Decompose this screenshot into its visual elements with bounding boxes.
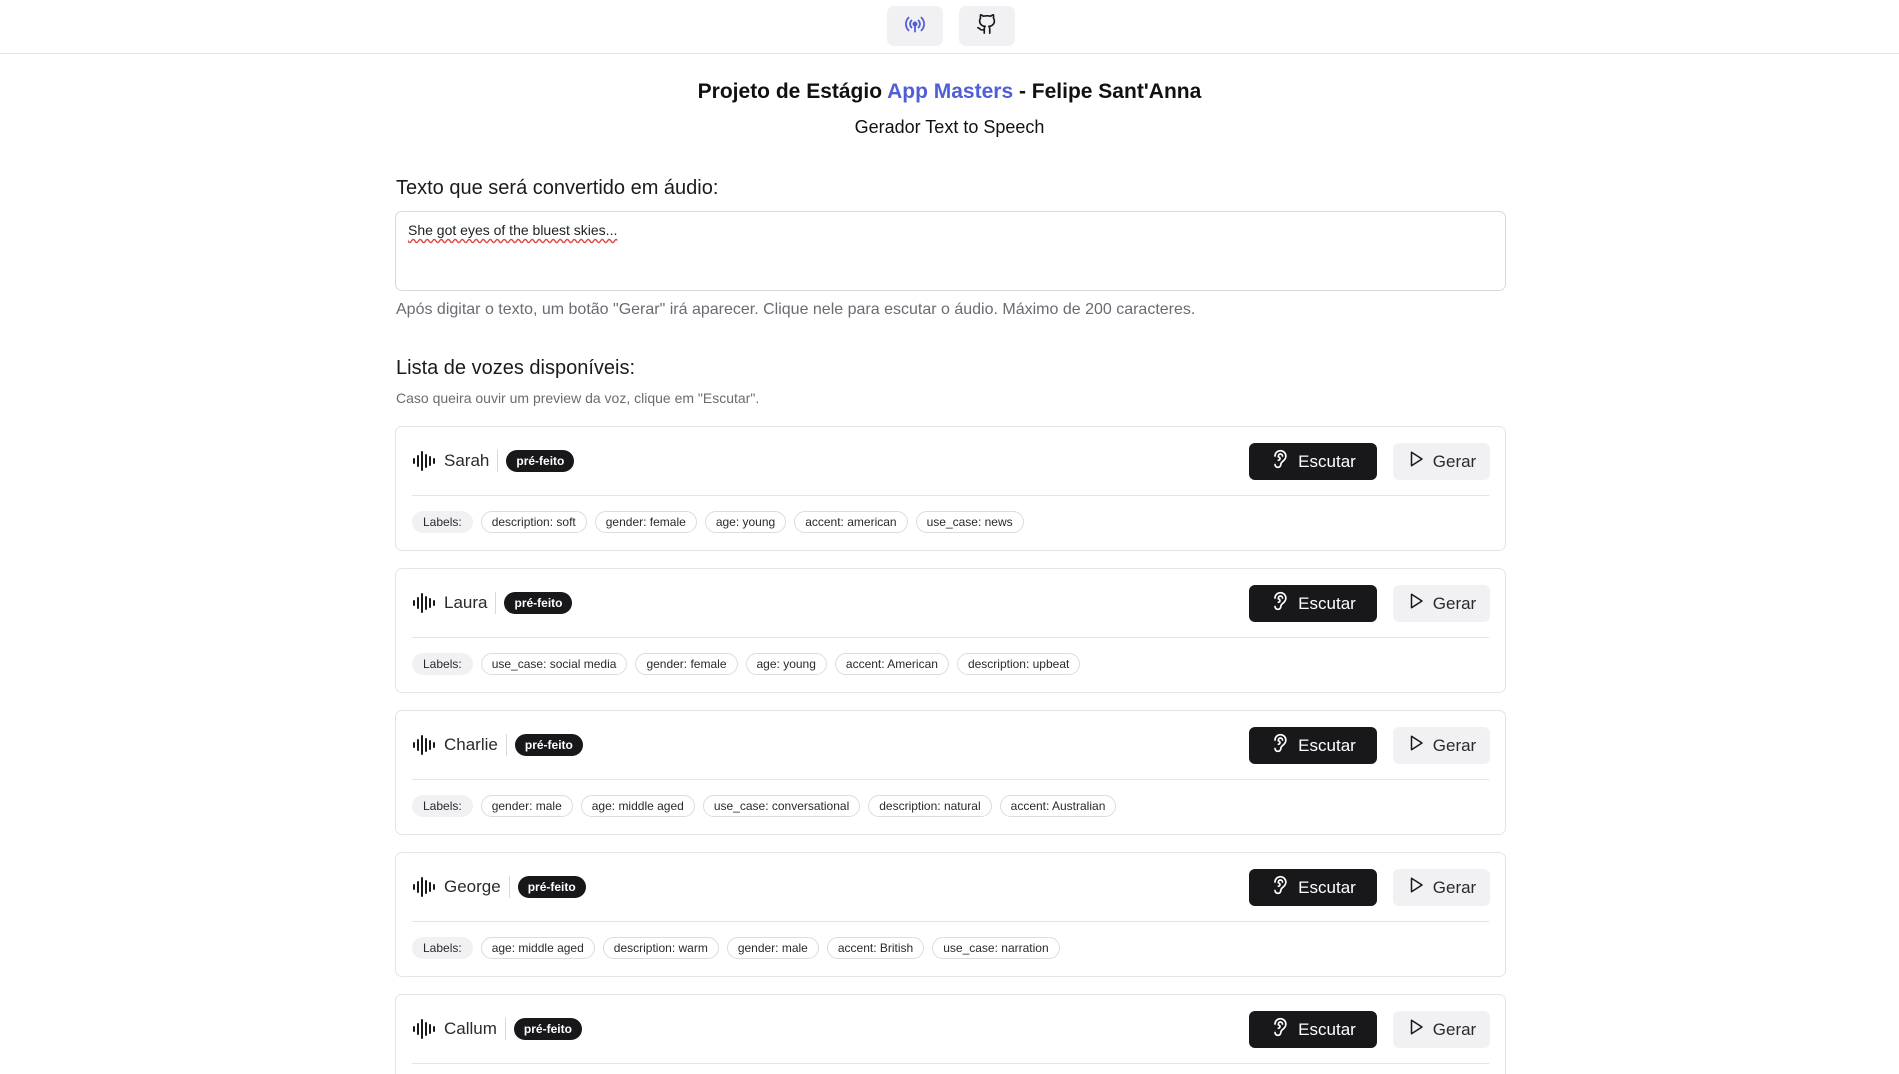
- voice-card: George pré-feito Escutar Gerar Labels: age: m…: [395, 852, 1506, 977]
- voice-card: Charlie pré-feito Escutar Gerar Labels: gende…: [395, 710, 1506, 835]
- generate-button[interactable]: Gerar: [1393, 1011, 1490, 1048]
- voice-label-chip: use_case: conversational: [702, 795, 861, 817]
- listen-button[interactable]: Escutar: [1249, 585, 1377, 622]
- title-suffix: - Felipe Sant'Anna: [1013, 80, 1202, 103]
- voice-card: Callumpré-feitoEscutarGerarLabels:: [395, 994, 1506, 1074]
- voice-name: George: [444, 876, 510, 898]
- play-icon: [1407, 1017, 1425, 1042]
- voice-labels: Labels: age: middle aged description: warm…: [412, 937, 1060, 959]
- voice-label-chip: age: middle aged: [480, 937, 595, 959]
- listen-label: Escutar: [1298, 1019, 1356, 1039]
- voice-label-chip: gender: female: [635, 653, 738, 675]
- voice-label-chip: age: young: [745, 653, 827, 675]
- generate-button[interactable]: Gerar: [1393, 585, 1490, 622]
- listen-label: Escutar: [1298, 735, 1356, 755]
- voice-label-chip: gender: male: [480, 795, 573, 817]
- text-input[interactable]: [395, 211, 1506, 291]
- labels-title: Labels:: [412, 795, 473, 817]
- page-title: Projeto de Estágio App Masters - Felipe …: [0, 80, 1899, 104]
- voice-labels: Labels: use_case: social media gender: fem…: [412, 653, 1081, 675]
- voice-badge: pré-feito: [504, 592, 573, 614]
- listen-label: Escutar: [1298, 593, 1356, 613]
- generate-label: Gerar: [1432, 877, 1477, 897]
- voice-name: Laura: [444, 592, 497, 614]
- voice-label-chip: age: middle aged: [580, 795, 695, 817]
- voice-label-chip: accent: British: [826, 937, 925, 959]
- voices-hint: Caso queira ouvir um preview da voz, cli…: [396, 390, 760, 406]
- title-prefix: Projeto de Estágio: [697, 80, 888, 103]
- card-divider: [412, 779, 1489, 780]
- labels-title: Labels:: [412, 511, 473, 533]
- listen-button[interactable]: Escutar: [1249, 443, 1377, 480]
- audio-wave-icon: [412, 734, 436, 756]
- generate-label: Gerar: [1432, 735, 1477, 755]
- ear-icon: [1270, 874, 1290, 901]
- voice-labels: Labels: gender: male age: middle aged use_c…: [412, 795, 1117, 817]
- generate-button[interactable]: Gerar: [1393, 869, 1490, 906]
- ear-icon: [1270, 590, 1290, 617]
- title-accent-link[interactable]: App Masters: [887, 80, 1013, 103]
- voice-label-chip: description: upbeat: [956, 653, 1081, 675]
- voice-badge: pré-feito: [506, 450, 575, 472]
- ear-icon: [1270, 1016, 1290, 1043]
- generate-label: Gerar: [1432, 593, 1477, 613]
- voice-label-chip: description: soft: [480, 511, 587, 533]
- play-icon: [1407, 591, 1425, 616]
- voice-label-chip: age: young: [704, 511, 787, 533]
- voice-name: Charlie: [444, 734, 507, 756]
- generate-button[interactable]: Gerar: [1393, 443, 1490, 480]
- generate-label: Gerar: [1432, 451, 1477, 471]
- labels-title: Labels:: [412, 653, 473, 675]
- listen-button[interactable]: Escutar: [1249, 1011, 1377, 1048]
- voice-labels: Labels: description: soft gender: female ag…: [412, 511, 1024, 533]
- voice-label-chip: use_case: news: [915, 511, 1024, 533]
- voice-name: Sarah: [444, 450, 499, 472]
- play-icon: [1407, 733, 1425, 758]
- top-navbar: [0, 0, 1899, 54]
- voice-card: Laura pré-feito Escutar Gerar Labels: use_cas…: [395, 568, 1506, 693]
- voice-label-chip: accent: American: [834, 653, 949, 675]
- play-icon: [1407, 875, 1425, 900]
- page-subtitle: Gerador Text to Speech: [854, 117, 1045, 137]
- ear-icon: [1270, 732, 1290, 759]
- voice-label-chip: description: natural: [868, 795, 992, 817]
- card-divider: [412, 921, 1489, 922]
- voice-label-chip: gender: female: [594, 511, 697, 533]
- voice-label-chip: use_case: social media: [480, 653, 628, 675]
- voices-heading: Lista de vozes disponíveis:: [396, 357, 636, 379]
- voice-label-chip: gender: male: [726, 937, 819, 959]
- labels-title: Labels:: [412, 937, 473, 959]
- listen-button[interactable]: Escutar: [1249, 869, 1377, 906]
- audio-wave-icon: [412, 592, 436, 614]
- broadcast-icon: [903, 12, 927, 41]
- text-input-helper: Após digitar o texto, um botão "Gerar" i…: [396, 301, 1196, 318]
- voice-label-chip: use_case: narration: [932, 937, 1060, 959]
- voice-label-chip: accent: american: [794, 511, 908, 533]
- card-divider: [412, 495, 1489, 496]
- card-divider: [412, 637, 1489, 638]
- voice-badge: pré-feito: [517, 876, 586, 898]
- play-icon: [1407, 449, 1425, 474]
- voice-card: Sarah pré-feito Escutar Gerar Labels: descrip…: [395, 426, 1506, 551]
- voice-badge: pré-feito: [514, 734, 583, 756]
- listen-label: Escutar: [1298, 451, 1356, 471]
- github-icon: [976, 13, 998, 40]
- generate-button[interactable]: Gerar: [1393, 727, 1490, 764]
- voice-name: Callum: [444, 1018, 506, 1040]
- voice-badge: pré-feito: [513, 1018, 582, 1040]
- generate-label: Gerar: [1432, 1019, 1477, 1039]
- ear-icon: [1270, 448, 1290, 475]
- audio-wave-icon: [412, 450, 436, 472]
- broadcast-button[interactable]: [887, 6, 943, 46]
- audio-wave-icon: [412, 876, 436, 898]
- audio-wave-icon: [412, 1018, 436, 1040]
- voice-label-chip: accent: Australian: [999, 795, 1117, 817]
- voice-label-chip: description: warm: [602, 937, 719, 959]
- github-button[interactable]: [959, 6, 1015, 46]
- card-divider: [412, 1063, 1489, 1064]
- listen-label: Escutar: [1298, 877, 1356, 897]
- listen-button[interactable]: Escutar: [1249, 727, 1377, 764]
- text-input-label: Texto que será convertido em áudio:: [396, 177, 719, 199]
